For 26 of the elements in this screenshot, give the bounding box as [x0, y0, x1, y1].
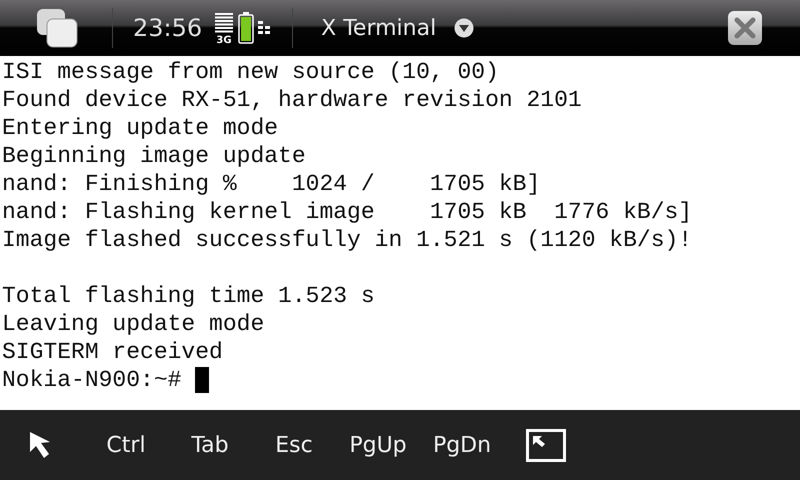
- key-button[interactable]: Ctrl: [104, 428, 148, 462]
- dropdown-icon[interactable]: [454, 18, 474, 38]
- key-button[interactable]: PgDn: [430, 428, 494, 462]
- window-title[interactable]: X Terminal: [321, 16, 436, 40]
- key-button[interactable]: Esc: [273, 428, 315, 462]
- terminal-line: Image flashed successfully in 1.521 s (1120 kB/s)!: [2, 226, 692, 254]
- terminal-line: Leaving update mode: [2, 310, 264, 338]
- terminal-line: Beginning image update: [2, 142, 306, 170]
- data-activity-icon: [258, 21, 272, 35]
- shell-prompt: Nokia-N900:~#: [2, 366, 182, 394]
- terminal-line: nand: Finishing % 1024 / 1705 kB]: [2, 170, 540, 198]
- close-button[interactable]: [728, 11, 762, 45]
- terminal-line: nand: Flashing kernel image 1705 kB 1776 kB/s]: [2, 198, 692, 226]
- terminal-line: Entering update mode: [2, 114, 278, 142]
- battery-icon: [238, 11, 254, 45]
- terminal-line: ISI message from new source (10, 00): [2, 58, 499, 86]
- terminal-line: Found device RX-51, hardware revision 2101: [2, 86, 582, 114]
- task-switcher-icon[interactable]: [36, 8, 78, 48]
- terminal-line: Total flashing time 1.523 s: [2, 282, 375, 310]
- fullscreen-button[interactable]: [526, 428, 566, 462]
- text-cursor: [195, 367, 210, 393]
- close-icon: [734, 17, 756, 39]
- terminal-line: SIGTERM received: [2, 338, 223, 366]
- key-button[interactable]: PgUp: [347, 428, 409, 462]
- key-button[interactable]: Tab: [189, 428, 231, 462]
- clock-time: 23:56: [133, 14, 202, 42]
